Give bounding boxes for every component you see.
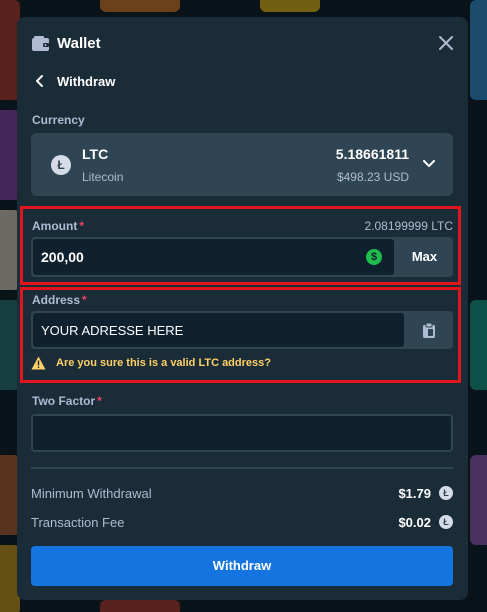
two-factor-input[interactable] xyxy=(31,414,453,452)
amount-label: Amount * xyxy=(32,219,84,233)
wallet-icon xyxy=(32,36,49,51)
divider xyxy=(31,467,453,469)
fee-value: $1.79 xyxy=(398,486,431,501)
litecoin-icon: Ł xyxy=(439,486,453,500)
back-withdraw-link[interactable]: Withdraw xyxy=(35,73,115,89)
required-mark: * xyxy=(82,293,87,307)
fee-value: $0.02 xyxy=(398,515,431,530)
max-button[interactable]: Max xyxy=(396,237,453,277)
address-label: Address * xyxy=(32,293,87,307)
fee-label: Minimum Withdrawal xyxy=(31,486,152,501)
currency-balance-usd: $498.23 USD xyxy=(336,170,409,184)
two-factor-label: Two Factor * xyxy=(32,394,102,408)
currency-balance: 5.18661811 xyxy=(335,146,409,162)
amount-field-group: $ Max xyxy=(31,237,453,277)
currency-name: Litecoin xyxy=(82,170,124,184)
withdraw-heading: Withdraw xyxy=(57,73,116,89)
chevron-left-icon xyxy=(36,75,43,87)
currency-label: Currency xyxy=(32,113,85,127)
required-mark: * xyxy=(79,219,84,233)
close-icon[interactable] xyxy=(438,35,454,51)
clipboard-icon xyxy=(423,322,435,338)
modal-header: Wallet xyxy=(17,17,468,69)
withdraw-button[interactable]: Withdraw xyxy=(31,546,453,586)
warning-text: Are you sure this is a valid LTC address… xyxy=(56,357,271,369)
fee-label: Transaction Fee xyxy=(31,515,125,530)
modal-title: Wallet xyxy=(57,35,101,52)
currency-code: LTC xyxy=(82,146,109,162)
wallet-modal: Wallet Withdraw Currency Ł LTC Litecoin … xyxy=(17,17,468,600)
litecoin-icon: Ł xyxy=(439,515,453,529)
dollar-icon: $ xyxy=(366,249,382,265)
minimum-withdrawal-row: Minimum Withdrawal $1.79 Ł xyxy=(31,486,453,502)
currency-selector[interactable]: Ł LTC Litecoin 5.18661811 $498.23 USD xyxy=(31,133,453,196)
address-field-group xyxy=(31,311,453,349)
address-input[interactable] xyxy=(33,313,404,347)
amount-input[interactable] xyxy=(33,239,394,275)
chevron-down-icon xyxy=(423,160,435,167)
warning-icon xyxy=(31,356,46,370)
amount-available: 2.08199999 LTC xyxy=(364,219,453,233)
paste-button[interactable] xyxy=(406,311,453,349)
transaction-fee-row: Transaction Fee $0.02 Ł xyxy=(31,515,453,531)
litecoin-icon: Ł xyxy=(51,155,71,175)
required-mark: * xyxy=(97,394,102,408)
address-warning: Are you sure this is a valid LTC address… xyxy=(31,356,271,370)
